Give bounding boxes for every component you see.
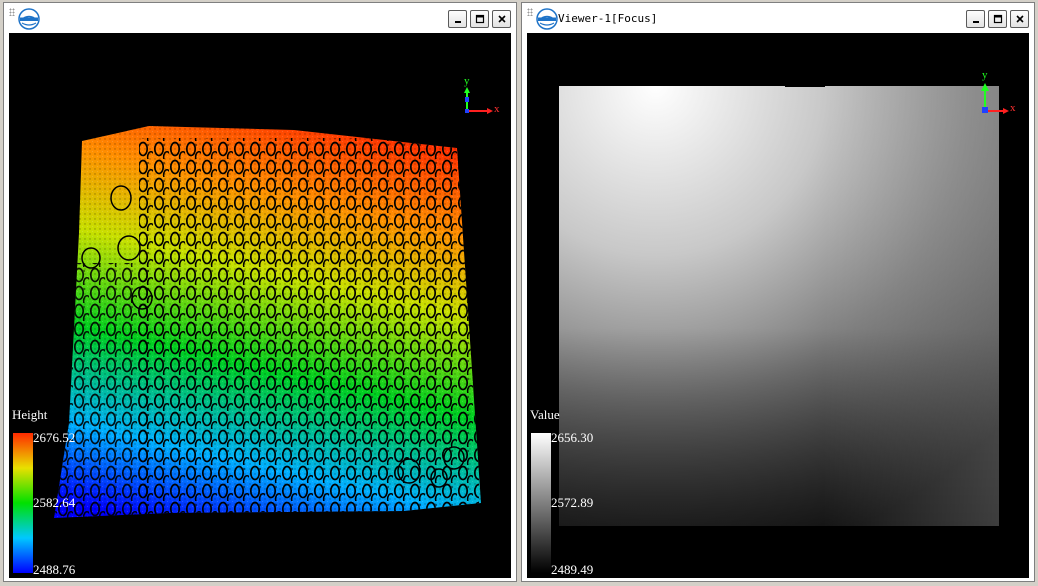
minimize-icon — [454, 21, 461, 23]
right-minimize-button[interactable] — [966, 10, 985, 28]
right-viewer-title: Viewer-1[Focus] — [558, 12, 658, 25]
value-2d-viewport[interactable]: y x Value 2656.30 2572.89 2489.49 — [527, 33, 1029, 578]
value-legend-mid: 2572.89 — [551, 495, 594, 510]
drag-grip-icon[interactable] — [9, 8, 15, 16]
height-colorbar — [13, 433, 33, 573]
left-viewer-titlebar[interactable] — [4, 3, 516, 33]
value-legend-title: Value — [530, 407, 560, 422]
lidar360-logo-icon — [536, 8, 558, 30]
right-maximize-button[interactable] — [988, 10, 1007, 28]
point-cloud-canopy[interactable] — [9, 33, 511, 578]
minimize-icon — [972, 21, 979, 23]
right-axis-y-label: y — [982, 69, 988, 81]
height-legend-min: 2488.76 — [33, 562, 76, 577]
right-orientation-axes: y x — [975, 69, 1025, 119]
right-viewer-titlebar[interactable]: Viewer-1[Focus] — [522, 3, 1034, 33]
right-viewer-window[interactable]: Viewer-1[Focus] y x Value 2656.30 2572.8… — [521, 2, 1035, 582]
maximize-icon — [475, 14, 484, 24]
value-legend-max: 2656.30 — [551, 430, 594, 445]
right-axis-x-label: x — [1010, 102, 1016, 114]
left-close-button[interactable] — [492, 10, 511, 28]
left-axis-y-label: y — [464, 75, 470, 87]
close-icon — [497, 15, 506, 23]
drag-grip-icon[interactable] — [527, 8, 533, 16]
height-3d-viewport[interactable]: y x Height 2676.52 2582.64 2488.76 — [9, 33, 511, 578]
grayscale-raster[interactable] — [527, 33, 1029, 578]
close-icon — [1015, 15, 1024, 23]
height-legend-mid: 2582.64 — [33, 495, 76, 510]
right-close-button[interactable] — [1010, 10, 1029, 28]
left-axis-x-label: x — [494, 103, 500, 115]
height-legend-max: 2676.52 — [33, 430, 76, 445]
left-orientation-axes: y x — [457, 75, 507, 119]
left-viewer-window[interactable]: y x Height 2676.52 2582.64 2488.76 — [3, 2, 517, 582]
value-colorbar — [531, 433, 551, 573]
maximize-icon — [993, 14, 1002, 24]
left-maximize-button[interactable] — [470, 10, 489, 28]
lidar360-logo-icon — [18, 8, 40, 30]
height-legend-title: Height — [12, 407, 48, 422]
left-minimize-button[interactable] — [448, 10, 467, 28]
value-legend-min: 2489.49 — [551, 562, 594, 577]
